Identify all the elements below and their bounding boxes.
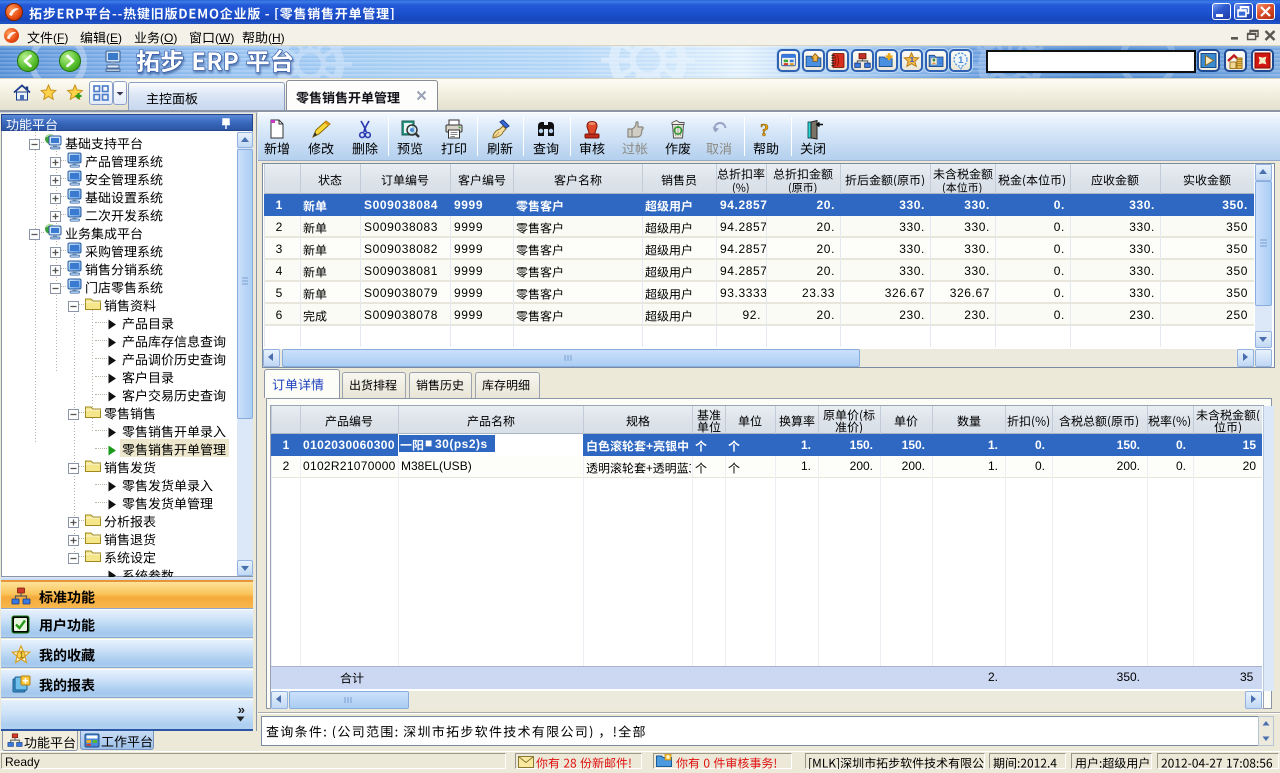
svg-text:1: 1 [958, 55, 964, 66]
svg-text:?: ? [760, 120, 769, 140]
svg-text:1: 1 [910, 55, 915, 64]
svg-text:1: 1 [19, 650, 24, 660]
